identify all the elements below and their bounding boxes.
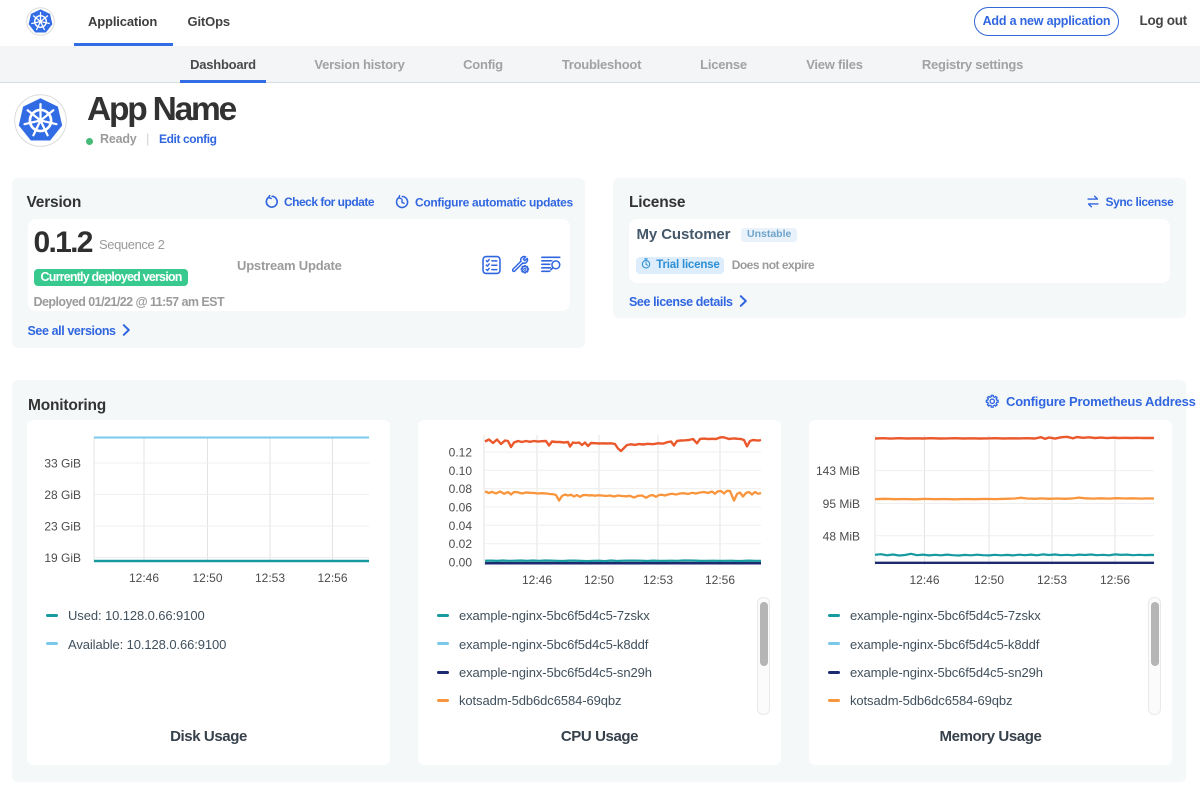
- svg-text:12:56: 12:56: [317, 571, 347, 585]
- svg-text:12:50: 12:50: [192, 571, 222, 585]
- svg-text:0.10: 0.10: [449, 464, 473, 478]
- svg-text:12:53: 12:53: [643, 573, 673, 587]
- svg-text:23 GiB: 23 GiB: [44, 520, 81, 534]
- svg-text:0.08: 0.08: [449, 482, 473, 496]
- svg-text:12:53: 12:53: [1037, 573, 1067, 587]
- svg-text:28 GiB: 28 GiB: [44, 488, 81, 502]
- svg-text:0.02: 0.02: [449, 537, 473, 551]
- svg-text:12:50: 12:50: [584, 573, 614, 587]
- svg-text:12:56: 12:56: [1100, 573, 1130, 587]
- svg-text:0.12: 0.12: [449, 446, 473, 460]
- svg-text:12:50: 12:50: [974, 573, 1004, 587]
- svg-text:143 MiB: 143 MiB: [816, 464, 860, 478]
- svg-text:12:46: 12:46: [909, 573, 939, 587]
- svg-text:33 GiB: 33 GiB: [44, 457, 81, 471]
- svg-text:0.06: 0.06: [449, 501, 473, 515]
- svg-text:12:56: 12:56: [705, 573, 735, 587]
- svg-text:19 GiB: 19 GiB: [44, 551, 81, 565]
- svg-text:95 MiB: 95 MiB: [823, 497, 860, 511]
- svg-text:12:46: 12:46: [522, 573, 552, 587]
- svg-text:0.04: 0.04: [449, 519, 473, 533]
- svg-text:0.00: 0.00: [449, 556, 473, 570]
- svg-text:12:53: 12:53: [255, 571, 285, 585]
- svg-text:48 MiB: 48 MiB: [823, 529, 860, 543]
- svg-text:12:46: 12:46: [129, 571, 159, 585]
